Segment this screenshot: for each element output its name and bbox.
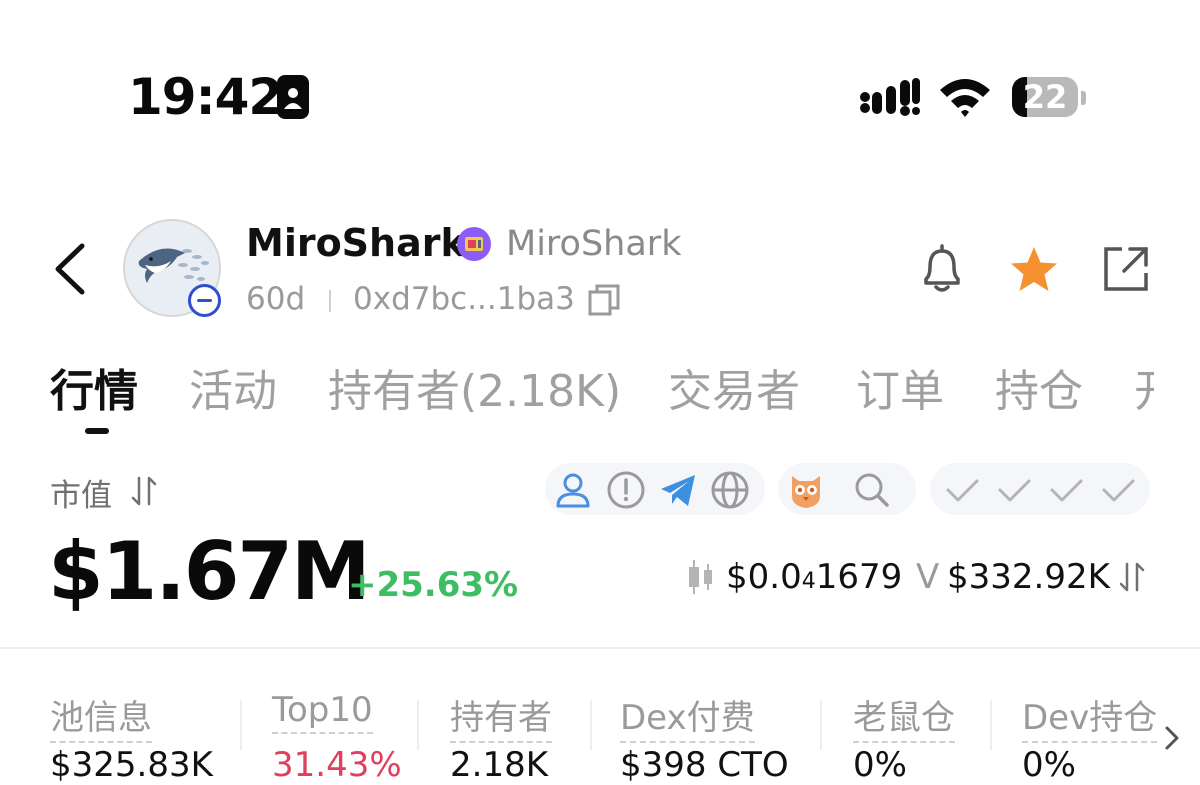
check-icon [994,470,1034,510]
battery-level: 22 [1022,78,1068,116]
stat-label: 池信息 [50,690,152,743]
copy-icon[interactable] [587,283,621,317]
tab-activity[interactable]: 活动 [189,355,277,419]
user-icon[interactable] [553,470,593,510]
token-symbol: MiroShark [506,224,682,264]
share-icon [1104,247,1148,291]
token-age: 60d [246,281,306,317]
stat-dev-holding[interactable]: Dev持仓 0% [1022,690,1158,785]
volume-label: V [916,557,940,597]
price-prefix: $0.0 [726,557,802,597]
tab-holders[interactable]: 持有者(2.18K) [328,355,621,419]
stat-value: 31.43% [272,745,402,785]
stat-top10[interactable]: Top10 31.43% [272,690,402,785]
token-name: MiroShark [246,221,466,265]
stat-pool-info[interactable]: 池信息 $325.83K [50,690,213,785]
person-badge-icon [277,75,309,119]
market-cap-label: 市值 [50,478,112,514]
stat-holders[interactable]: 持有者 2.18K [450,690,552,785]
tab-positions[interactable]: 持仓 [995,355,1083,419]
volume-value: $332.92K [947,557,1110,597]
signal-icon [860,78,920,116]
stat-value: 2.18K [450,745,548,785]
star-icon [1011,247,1057,291]
bell-icon [924,244,960,292]
stat-value: $325.83K [50,745,213,785]
market-cap-value: $1.67M [48,525,371,618]
stat-insiders[interactable]: 老鼠仓 0% [853,690,955,785]
stat-divider [820,700,822,750]
bell-button[interactable] [916,243,968,295]
section-divider [0,647,1200,649]
stat-label: Dex付费 [620,690,755,743]
tab-traders[interactable]: 交易者 [668,355,800,419]
check-icon [942,470,982,510]
alert-icon[interactable] [606,470,646,510]
stat-value: 0% [1022,745,1076,785]
verified-icon [456,226,492,262]
back-button[interactable] [48,240,96,298]
token-price: $0.041679 [726,557,902,597]
stat-dex-paid[interactable]: Dex付费 $398 CTO [620,690,789,785]
candlestick-icon [686,558,716,596]
back-icon [55,243,85,295]
tab-market[interactable]: 行情 [50,355,138,419]
favorite-button[interactable] [1008,245,1060,295]
tab-orders[interactable]: 订单 [856,355,944,419]
stat-divider [417,700,419,750]
meta-divider [329,290,331,312]
sort-icon[interactable] [1117,560,1147,594]
sort-icon[interactable] [129,474,159,508]
tab-indicator [85,428,109,434]
price-digits: 1679 [815,557,903,597]
stat-value: 0% [853,745,907,785]
stat-value: $398 CTO [620,745,789,785]
check-icon [1098,470,1138,510]
stat-divider [240,700,242,750]
status-time: 19:42 [128,68,283,126]
stat-label: 持有者 [450,690,552,743]
tab-more[interactable]: 开 [1134,355,1154,419]
price-zero-count: 4 [801,569,816,594]
stat-divider [990,700,992,750]
share-button[interactable] [1100,243,1152,295]
stat-divider [590,700,592,750]
owl-icon[interactable] [786,470,826,510]
globe-icon[interactable] [710,470,750,510]
stat-label: Dev持仓 [1022,690,1158,743]
stat-label: Top10 [272,690,373,734]
battery-cap [1081,91,1086,105]
search-icon[interactable] [852,470,892,510]
token-address[interactable]: 0xd7bc...1ba3 [353,281,575,317]
wifi-icon [938,76,992,118]
chain-badge-icon [188,284,221,317]
battery-icon: 22 [1012,77,1078,117]
check-icon [1046,470,1086,510]
price-change: +25.63% [348,565,519,605]
chevron-right-icon[interactable] [1160,725,1184,751]
telegram-icon[interactable] [658,470,698,510]
stat-label: 老鼠仓 [853,690,955,743]
